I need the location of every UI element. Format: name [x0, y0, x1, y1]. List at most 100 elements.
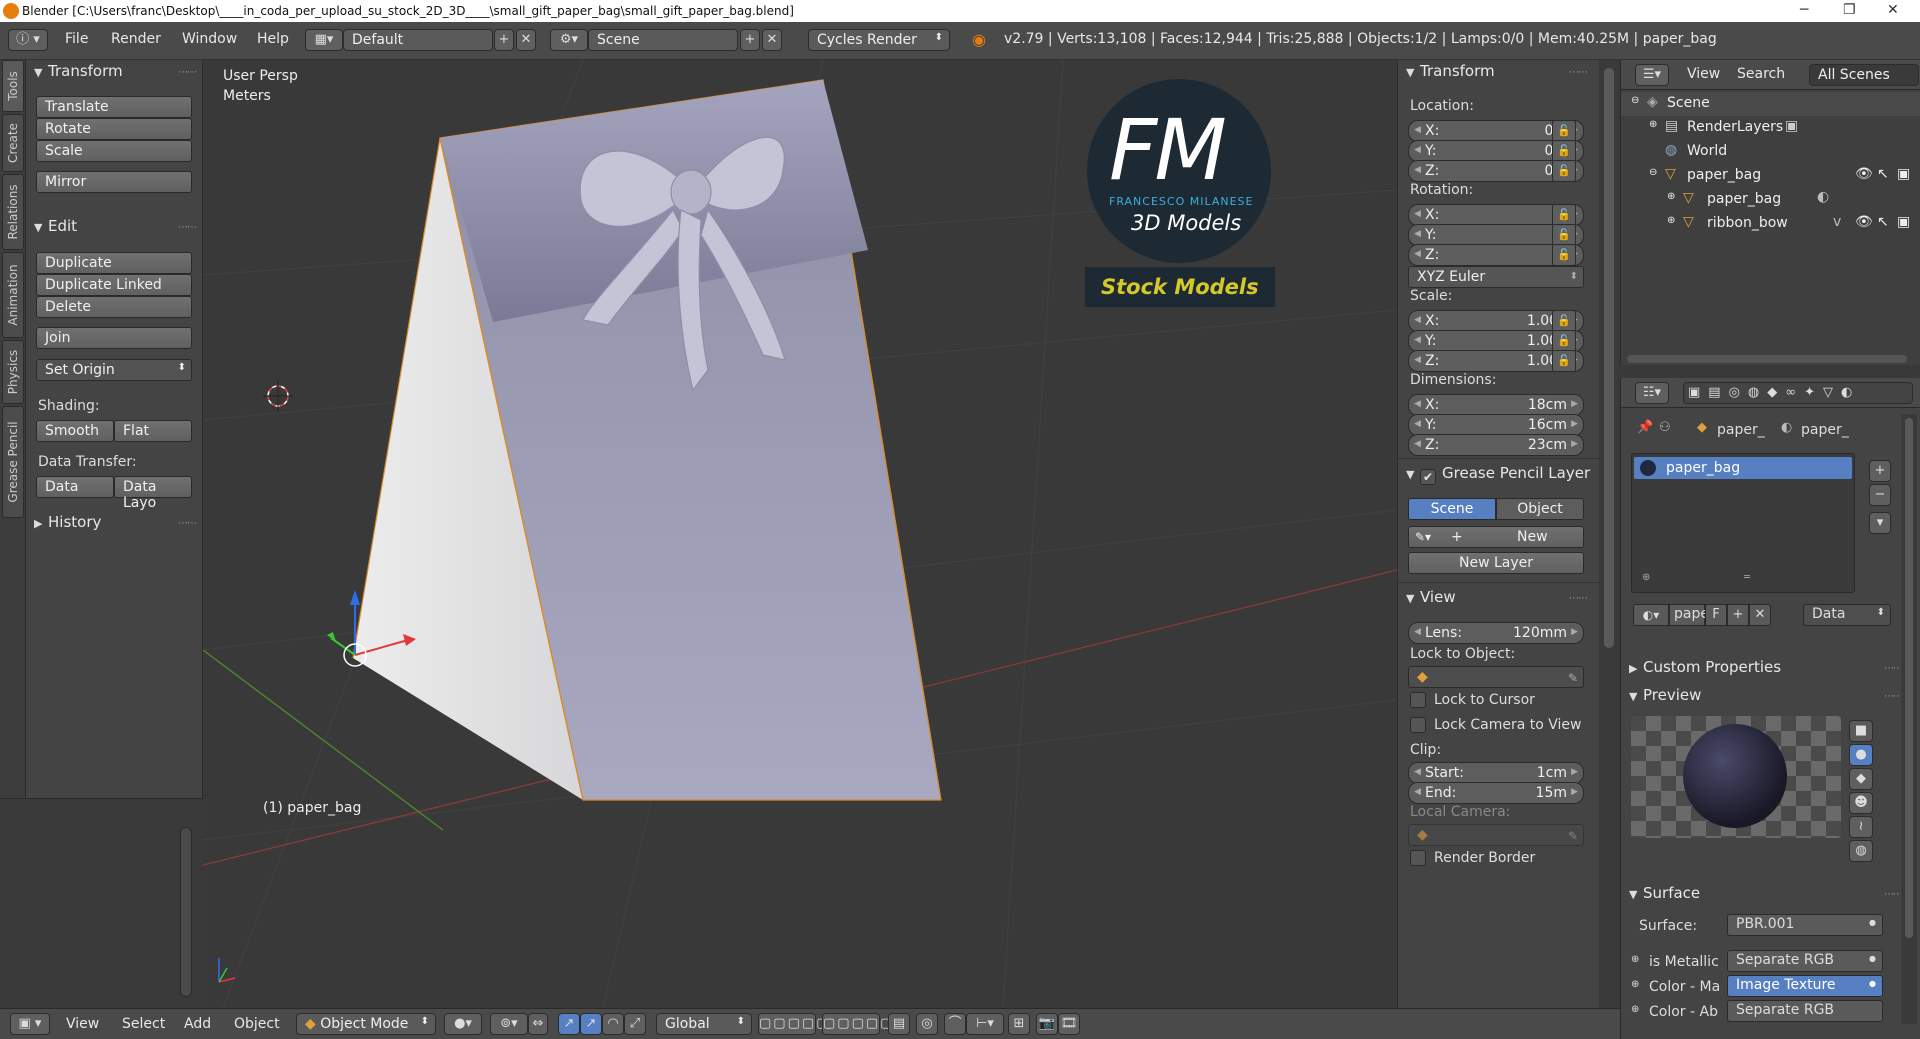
- unlink-material-icon[interactable]: ✕: [1749, 604, 1771, 626]
- grip-icon[interactable]: ⋯⋯: [178, 222, 197, 233]
- translate-manipulator-icon[interactable]: ↗: [558, 1013, 580, 1035]
- snap-target-icon[interactable]: ⊞: [1008, 1013, 1030, 1035]
- view-section-header[interactable]: ▼ View: [1406, 588, 1456, 606]
- snap-toggle-icon[interactable]: ⌒: [944, 1013, 966, 1035]
- gp-scene-toggle[interactable]: Scene: [1408, 498, 1496, 520]
- grip-icon[interactable]: ⋯⋯: [178, 518, 197, 529]
- tab-physics[interactable]: Physics: [2, 340, 24, 404]
- editor-type-button[interactable]: ⓘ ▾: [8, 29, 48, 51]
- grip-icon[interactable]: ⋯⋯: [178, 67, 197, 78]
- menu-add[interactable]: Add: [184, 1016, 211, 1032]
- menu-render[interactable]: Render: [111, 31, 161, 47]
- render-engine-selector[interactable]: Cycles Render ⬍: [808, 29, 950, 51]
- history-section-header[interactable]: ▶ History: [34, 513, 101, 531]
- lock-icon[interactable]: 🔓: [1552, 350, 1576, 372]
- dimensions-z-field[interactable]: ◀ Z: 23cm ▶: [1408, 434, 1584, 456]
- eyedropper-icon[interactable]: ✎: [1568, 829, 1578, 843]
- link-dropdown[interactable]: Data ⬍: [1803, 604, 1891, 626]
- slot-menu-icon[interactable]: ▾: [1869, 512, 1891, 534]
- grip-icon[interactable]: ⋯⋯: [1884, 691, 1903, 702]
- render-icon[interactable]: 📷: [1036, 1013, 1058, 1035]
- lens-field[interactable]: ◀ Lens: 120mm ▶: [1408, 622, 1584, 644]
- preview-cube-icon[interactable]: ◆: [1849, 768, 1873, 790]
- duplicate-button[interactable]: Duplicate: [36, 252, 192, 274]
- eye-icon[interactable]: 👁: [1855, 214, 1873, 230]
- shading-mode-button[interactable]: ●▾: [444, 1013, 482, 1035]
- surface-header[interactable]: ▼ Surface: [1629, 884, 1700, 902]
- preview-sphere-icon[interactable]: ●: [1849, 744, 1873, 766]
- scrollbar-thumb[interactable]: [1604, 68, 1614, 648]
- breadcrumb-material[interactable]: paper_: [1801, 422, 1849, 438]
- outliner-filter-dropdown[interactable]: All Scenes: [1809, 64, 1919, 86]
- lock-to-cursor-checkbox[interactable]: [1410, 692, 1426, 708]
- cursor-select-icon[interactable]: ↖: [1877, 166, 1889, 182]
- custom-properties-header[interactable]: ▶ Custom Properties: [1629, 658, 1781, 676]
- scrollbar-thumb[interactable]: [1905, 418, 1913, 938]
- input-node-field[interactable]: Separate RGB: [1727, 1000, 1883, 1022]
- mode-dropdown[interactable]: ◆ Object Mode ⬍: [296, 1013, 436, 1035]
- minimize-icon[interactable]: ─: [1800, 2, 1808, 18]
- material-name-field[interactable]: paper: [1669, 604, 1715, 626]
- properties-context-tabs[interactable]: ▣▤◎◍◆∞✦▽◐: [1683, 382, 1913, 404]
- smooth-button[interactable]: Smooth: [36, 420, 114, 442]
- scale-button[interactable]: Scale: [36, 140, 192, 162]
- lock-icon[interactable]: 🔓: [1552, 204, 1576, 226]
- outliner-menu-view[interactable]: View: [1687, 66, 1720, 82]
- layout-selector[interactable]: Default: [343, 29, 493, 51]
- preview-header[interactable]: ▼ Preview: [1629, 686, 1701, 704]
- manipulator-toggle[interactable]: ⇔: [528, 1013, 548, 1035]
- menu-select[interactable]: Select: [122, 1016, 165, 1032]
- maximize-icon[interactable]: ❐: [1843, 2, 1856, 18]
- layers-block-2[interactable]: ▢▢▢▢▢: [822, 1013, 892, 1035]
- grip-icon[interactable]: ⋯⋯: [1569, 593, 1588, 604]
- resize-icon[interactable]: ⊕: [1642, 572, 1650, 583]
- gp-object-toggle[interactable]: Object: [1496, 498, 1584, 520]
- list-grip-icon[interactable]: ═: [1744, 572, 1750, 583]
- outliner-editor-icon[interactable]: ☰▾: [1635, 64, 1669, 86]
- expand-icon[interactable]: ⊕: [1631, 979, 1639, 990]
- outliner-row-world[interactable]: ◍ World: [1621, 140, 1920, 164]
- add-slot-icon[interactable]: +: [1869, 460, 1891, 482]
- close-icon[interactable]: ✕: [1887, 2, 1899, 18]
- translate-button[interactable]: Translate: [36, 96, 192, 118]
- menu-window[interactable]: Window: [182, 31, 237, 47]
- data-transfer-button[interactable]: Data: [36, 476, 114, 498]
- render-border-checkbox[interactable]: [1410, 850, 1426, 866]
- tab-create[interactable]: Create: [2, 114, 24, 172]
- expand-icon[interactable]: ⊕: [1631, 1004, 1639, 1015]
- delete-button[interactable]: Delete: [36, 296, 192, 318]
- scene-selector[interactable]: Scene: [588, 29, 738, 51]
- cursor-select-icon[interactable]: ↖: [1877, 214, 1889, 230]
- scene-icon[interactable]: ⚙▾: [550, 29, 588, 51]
- tab-tools[interactable]: Tools: [2, 60, 24, 112]
- new-material-icon[interactable]: +: [1727, 604, 1749, 626]
- grease-pencil-header[interactable]: ▼ ✔ Grease Pencil Layer: [1406, 464, 1590, 485]
- mirror-button[interactable]: Mirror: [36, 171, 192, 193]
- menu-view[interactable]: View: [66, 1016, 99, 1032]
- menu-object[interactable]: Object: [234, 1016, 280, 1032]
- input-node-field[interactable]: Image Texture ●: [1727, 975, 1883, 997]
- outliner-row-paper-bag[interactable]: ⊖ ▽ paper_bag 👁 ↖ ▣: [1621, 164, 1920, 188]
- fake-user-button[interactable]: F: [1705, 604, 1727, 626]
- lock-icon[interactable]: 🔓: [1552, 140, 1576, 162]
- rotate-button[interactable]: Rotate: [36, 118, 192, 140]
- camera-render-icon[interactable]: ▣: [1897, 214, 1910, 230]
- n-transform-header[interactable]: ▼ Transform: [1406, 62, 1495, 80]
- material-slot-item[interactable]: paper_bag: [1634, 457, 1852, 479]
- new-layer-button[interactable]: New Layer: [1408, 552, 1584, 574]
- grip-icon[interactable]: ⋯⋯: [1884, 663, 1903, 674]
- outliner-row-renderlayers[interactable]: ⊕ ▤ RenderLayers ▣: [1621, 116, 1920, 140]
- eyedropper-icon[interactable]: ✎: [1568, 671, 1578, 685]
- menu-file[interactable]: File: [65, 31, 88, 47]
- layers-block-1[interactable]: ▢▢▢▢▢: [758, 1013, 828, 1035]
- 3d-viewport[interactable]: User Persp Meters (1) paper_bag FM FRANC…: [203, 60, 1397, 1008]
- grip-icon[interactable]: ⋯⋯: [1884, 889, 1903, 900]
- dimensions-y-field[interactable]: ◀ Y: 16cm ▶: [1408, 414, 1584, 436]
- transform-section-header[interactable]: ▼ Transform: [34, 62, 123, 80]
- edit-section-header[interactable]: ▼ Edit: [34, 217, 77, 235]
- tab-relations[interactable]: Relations: [2, 174, 24, 250]
- gp-new-button[interactable]: ✎▾ + New: [1408, 526, 1584, 548]
- lock-icon[interactable]: 🔓: [1552, 330, 1576, 352]
- proportional-edit-icon[interactable]: ◎: [916, 1013, 938, 1035]
- grip-icon[interactable]: ⋯⋯: [1569, 67, 1588, 78]
